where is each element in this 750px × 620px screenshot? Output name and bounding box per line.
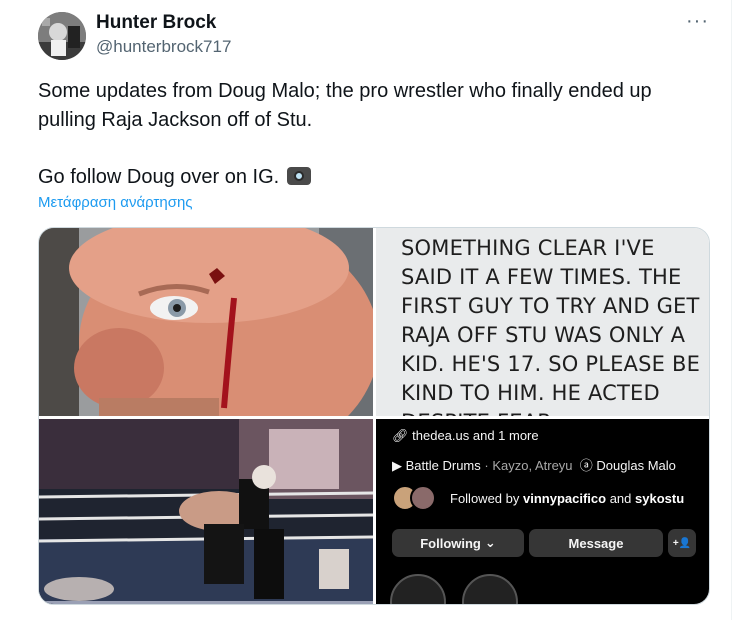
add-person-icon: +👤	[668, 529, 696, 557]
play-icon: ▶︎	[392, 458, 402, 473]
followed-and: and	[609, 491, 632, 506]
message-button: Message	[529, 529, 663, 557]
followed-user-1: vinnypacifico	[523, 491, 607, 506]
camera-with-flash-icon	[286, 167, 311, 185]
followed-by-text: Followed by vinnypacifico and sykostu	[450, 491, 684, 506]
add-person-glyph: +👤	[672, 537, 692, 549]
photo-notes-screenshot[interactable]: Something clear I've said it a few times…	[376, 228, 709, 416]
tweet-text-line2: Go follow Doug over on IG.	[38, 163, 311, 192]
music-title: Battle Drums	[405, 458, 481, 473]
photo-instagram-profile[interactable]: 🔗︎ thedea.us and 1 more ▶︎ Battle Drums …	[376, 419, 709, 604]
music-artists: · Kayzo, Atreyu	[484, 458, 573, 473]
avatar	[410, 485, 436, 511]
story-highlight	[462, 574, 518, 604]
photo-wrestling-ring[interactable]	[39, 419, 373, 604]
tweet-text: Some updates from Doug Malo; the pro wre…	[38, 80, 652, 131]
following-button: Following ⌄	[392, 529, 524, 557]
avatar[interactable]	[38, 12, 86, 60]
music-row: ▶︎ Battle Drums · Kayzo, Atreyu ⓐ Dougla…	[392, 455, 676, 474]
followed-by-avatars	[392, 485, 444, 513]
threads-name: Douglas Malo	[596, 458, 676, 473]
author-name[interactable]: Hunter Brock	[96, 12, 216, 34]
more-options-icon[interactable]: ···	[686, 10, 709, 33]
tweet-card: Hunter Brock @hunterbrock717 ··· Some up…	[0, 0, 750, 620]
tweet-text-follow: Go follow Doug over on IG.	[38, 166, 280, 188]
following-label: Following	[420, 535, 481, 551]
photo-injured-face[interactable]	[39, 228, 373, 416]
chevron-down-icon: ⌄	[484, 535, 496, 550]
avatar-image	[38, 12, 86, 60]
followed-prefix: Followed by	[450, 491, 520, 506]
profile-link: thedea.us and 1 more	[412, 428, 539, 443]
wrestling-ring-image	[39, 419, 373, 604]
followed-user-2: sykostu	[635, 491, 685, 506]
media-grid: Something clear I've said it a few times…	[38, 227, 710, 605]
link-icon: 🔗︎	[392, 428, 409, 443]
notes-text: Something clear I've said it a few times…	[401, 236, 701, 416]
profile-link-row: 🔗︎ thedea.us and 1 more	[392, 428, 539, 444]
timeline-divider	[731, 0, 732, 620]
threads-icon: ⓐ	[579, 458, 593, 473]
message-label: Message	[568, 535, 624, 551]
story-highlight	[390, 574, 446, 604]
injured-face-image	[39, 228, 373, 416]
translate-post-link[interactable]: Μετάφραση ανάρτησης	[38, 194, 193, 211]
author-handle[interactable]: @hunterbrock717	[96, 37, 231, 57]
